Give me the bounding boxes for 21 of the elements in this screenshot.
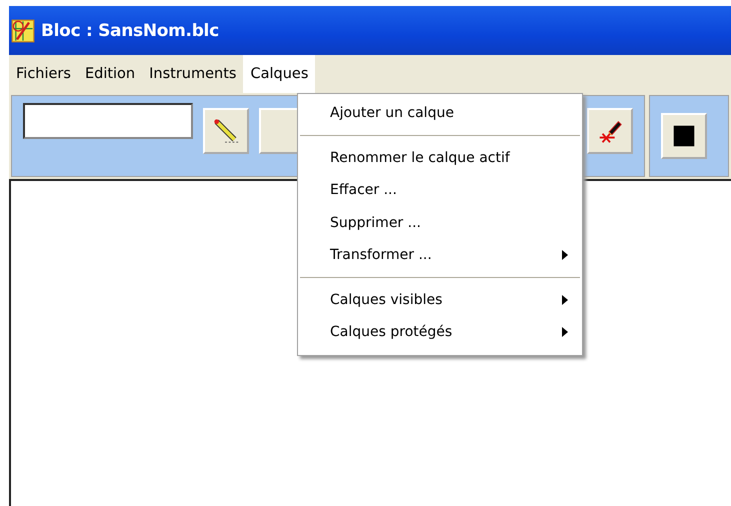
menu-item[interactable]: Calques [243, 55, 316, 93]
submenu-arrow-icon [562, 327, 568, 338]
menu-item[interactable]: Ajouter un calque [298, 97, 582, 130]
pencil-button[interactable] [203, 108, 249, 154]
submenu-arrow-icon [562, 250, 568, 260]
menu-item[interactable]: Supprimer ... [298, 206, 582, 239]
menu-item[interactable]: Calques visibles [298, 284, 582, 316]
menu-item[interactable]: Renommer le calque actif [298, 142, 582, 174]
menu-item[interactable]: Edition [78, 55, 142, 93]
pencil-icon [212, 117, 240, 145]
menu-item[interactable]: Effacer ... [298, 174, 582, 206]
window-title: Bloc : SansNom.blc [41, 20, 219, 40]
menu-item[interactable]: Fichiers [9, 55, 78, 93]
submenu-arrow-icon [562, 294, 568, 305]
input-field[interactable] [23, 103, 193, 139]
color-button[interactable] [661, 113, 707, 159]
app-icon [11, 18, 35, 42]
menu-item[interactable]: Transformer ... [298, 239, 582, 272]
menu-item[interactable]: Calques protégés [298, 316, 582, 348]
eraser-button[interactable] [587, 108, 633, 154]
menu-item[interactable]: Instruments [142, 55, 244, 93]
